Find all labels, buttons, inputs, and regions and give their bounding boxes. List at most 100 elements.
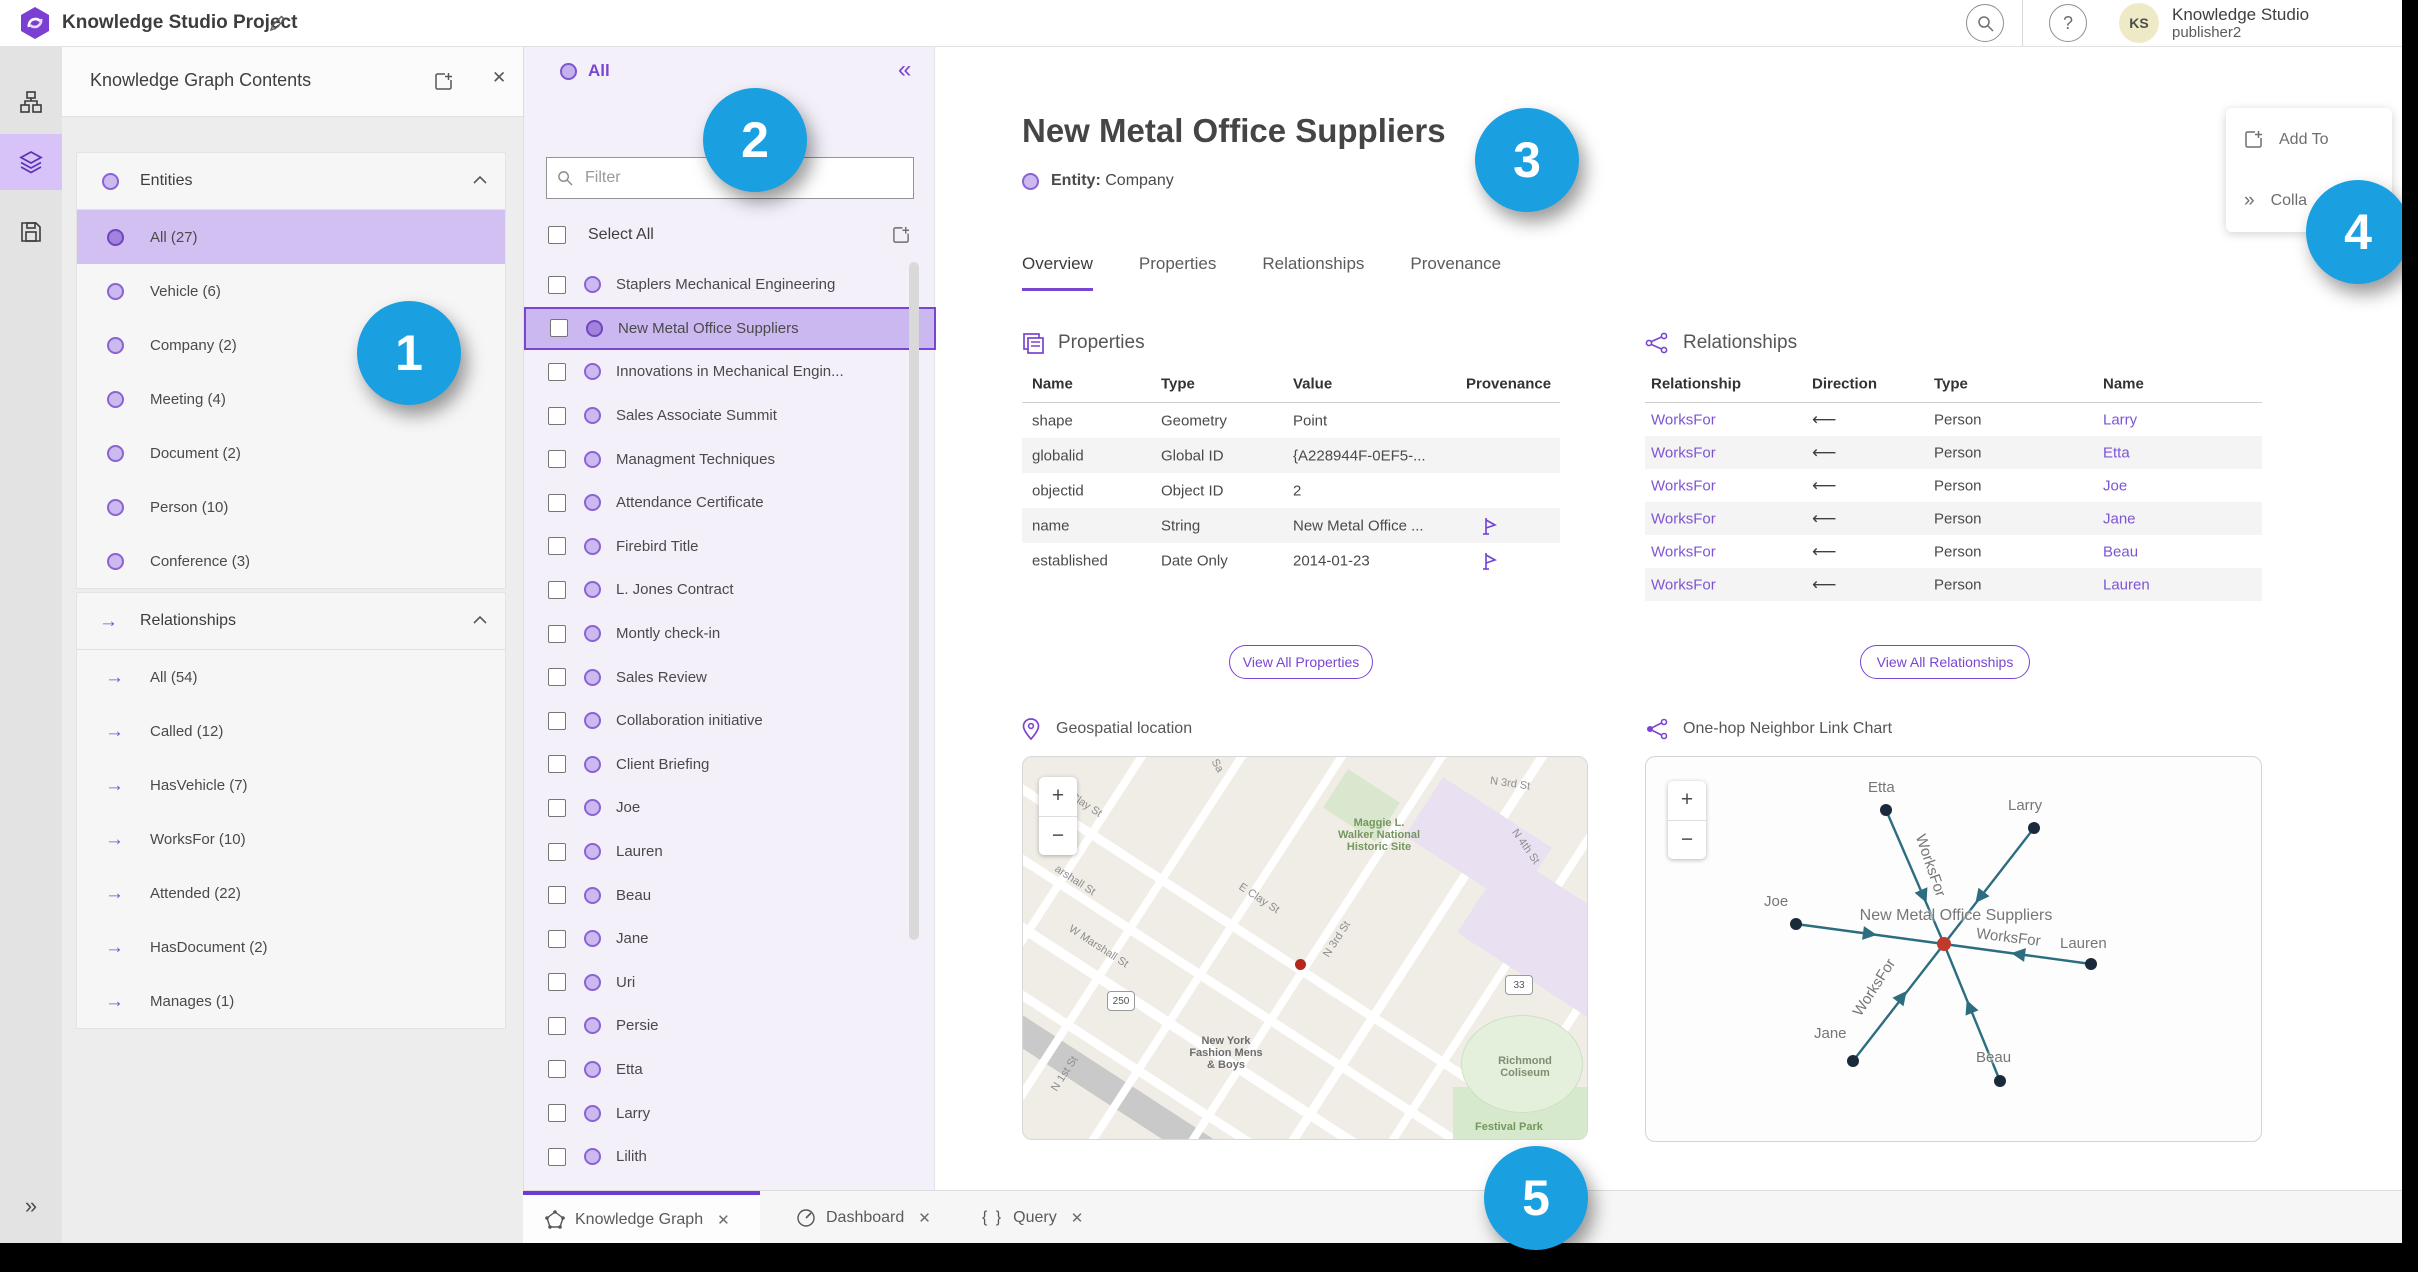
expand-toolbar-button[interactable]: »: [0, 1186, 62, 1226]
item-checkbox[interactable]: [550, 319, 568, 338]
list-item[interactable]: Lilith: [524, 1135, 936, 1179]
avatar[interactable]: KS: [2119, 3, 2159, 43]
list-item[interactable]: Jane: [524, 917, 936, 961]
org-chart-tool-button[interactable]: [0, 74, 62, 130]
close-tab-icon[interactable]: ✕: [717, 1211, 730, 1229]
chart-node-label[interactable]: Joe: [1764, 893, 1788, 910]
item-checkbox[interactable]: [548, 755, 566, 774]
collapse-caret-icon[interactable]: [473, 175, 487, 184]
close-panel-icon[interactable]: ✕: [492, 68, 506, 88]
list-item[interactable]: New Metal Office Suppliers: [524, 306, 936, 351]
relationship-link[interactable]: WorksFor: [1651, 576, 1716, 593]
list-item[interactable]: Staplers Mechanical Engineering: [524, 263, 936, 307]
item-checkbox[interactable]: [548, 406, 566, 425]
related-entity-link[interactable]: Lauren: [2103, 576, 2150, 593]
geospatial-map[interactable]: W Clay St Sa N 3rd St N 4th St Maggie L.…: [1022, 756, 1588, 1140]
sidebar-relationship-item[interactable]: → Called (12): [77, 704, 505, 758]
collapse-menu-item[interactable]: » Colla: [2244, 190, 2307, 212]
view-all-properties-button[interactable]: View All Properties: [1229, 645, 1373, 679]
app-logo-icon[interactable]: [18, 6, 52, 40]
add-to-menu-item[interactable]: Add To: [2244, 130, 2329, 149]
item-checkbox[interactable]: [548, 842, 566, 861]
item-checkbox[interactable]: [548, 886, 566, 905]
sidebar-relationship-item[interactable]: → Attended (22): [77, 866, 505, 920]
provenance-flag-icon[interactable]: [1482, 552, 1497, 570]
item-checkbox[interactable]: [548, 668, 566, 687]
item-checkbox[interactable]: [548, 929, 566, 948]
tab-overview[interactable]: Overview: [1022, 254, 1093, 291]
related-entity-link[interactable]: Etta: [2103, 444, 2130, 461]
list-item[interactable]: Larry: [524, 1091, 936, 1135]
item-checkbox[interactable]: [548, 362, 566, 381]
sidebar-entity-item[interactable]: Vehicle (6): [77, 264, 505, 318]
entities-group-header[interactable]: Entities: [77, 153, 505, 210]
chart-center-node-label[interactable]: New Metal Office Suppliers: [1816, 907, 2096, 925]
item-checkbox[interactable]: [548, 711, 566, 730]
collapse-panel-icon[interactable]: «: [898, 56, 911, 84]
sidebar-relationship-item[interactable]: → WorksFor (10): [77, 812, 505, 866]
sidebar-relationship-item[interactable]: → HasVehicle (7): [77, 758, 505, 812]
list-item[interactable]: Montly check-in: [524, 612, 936, 656]
chart-node-label[interactable]: Etta: [1868, 779, 1895, 796]
list-item[interactable]: Collaboration initiative: [524, 699, 936, 743]
relationship-link[interactable]: WorksFor: [1651, 477, 1716, 494]
list-item[interactable]: Sales Associate Summit: [524, 394, 936, 438]
list-item[interactable]: L. Jones Contract: [524, 568, 936, 612]
sidebar-relationship-item[interactable]: → HasDocument (2): [77, 920, 505, 974]
relationship-link[interactable]: WorksFor: [1651, 444, 1716, 461]
provenance-flag-icon[interactable]: [1482, 517, 1497, 535]
sidebar-relationship-item[interactable]: → All (54): [77, 650, 505, 704]
tab-dashboard[interactable]: Dashboard ✕: [796, 1191, 931, 1244]
list-item[interactable]: Beau: [524, 873, 936, 917]
list-item[interactable]: Uri: [524, 961, 936, 1005]
item-checkbox[interactable]: [548, 973, 566, 992]
relationships-group-header[interactable]: → Relationships: [77, 593, 505, 650]
list-scrollbar[interactable]: [909, 262, 919, 940]
edit-pencil-icon[interactable]: [268, 13, 288, 33]
item-checkbox[interactable]: [548, 537, 566, 556]
item-checkbox[interactable]: [548, 1104, 566, 1123]
chart-node-label[interactable]: Lauren: [2060, 935, 2107, 952]
item-checkbox[interactable]: [548, 1016, 566, 1035]
tab-provenance[interactable]: Provenance: [1410, 254, 1501, 291]
tab-relationships[interactable]: Relationships: [1262, 254, 1364, 291]
tab-query[interactable]: { } Query ✕: [982, 1191, 1083, 1244]
sidebar-entity-item[interactable]: All (27): [77, 210, 505, 264]
chart-node-label[interactable]: Beau: [1976, 1049, 2011, 1066]
relationship-link[interactable]: WorksFor: [1651, 543, 1716, 560]
related-entity-link[interactable]: Larry: [2103, 411, 2137, 428]
chart-node-label[interactable]: Larry: [2008, 797, 2042, 814]
zoom-out-button[interactable]: −: [1039, 817, 1077, 856]
list-item[interactable]: Joe: [524, 786, 936, 830]
sidebar-entity-item[interactable]: Person (10): [77, 480, 505, 534]
help-button[interactable]: ?: [2049, 4, 2087, 42]
close-tab-icon[interactable]: ✕: [918, 1209, 931, 1227]
sidebar-entity-item[interactable]: Conference (3): [77, 534, 505, 588]
zoom-in-button[interactable]: +: [1039, 777, 1077, 817]
tab-properties[interactable]: Properties: [1139, 254, 1216, 291]
collapse-caret-icon[interactable]: [473, 615, 487, 624]
list-item[interactable]: Persie: [524, 1004, 936, 1048]
close-tab-icon[interactable]: ✕: [1071, 1209, 1084, 1227]
list-item[interactable]: Innovations in Mechanical Engin...: [524, 350, 936, 394]
zoom-out-button[interactable]: −: [1668, 821, 1706, 860]
add-to-icon[interactable]: [434, 72, 453, 91]
sidebar-relationship-item[interactable]: → Manages (1): [77, 974, 505, 1028]
chart-node-label[interactable]: Jane: [1814, 1025, 1847, 1042]
list-item[interactable]: Etta: [524, 1048, 936, 1092]
link-chart[interactable]: Etta Larry Joe Lauren Jane Beau New Meta…: [1645, 756, 2262, 1142]
save-tool-button[interactable]: [0, 204, 62, 260]
zoom-in-button[interactable]: +: [1668, 781, 1706, 821]
sidebar-entity-item[interactable]: Document (2): [77, 426, 505, 480]
list-item[interactable]: Managment Techniques: [524, 437, 936, 481]
add-to-icon[interactable]: [892, 226, 910, 244]
relationship-link[interactable]: WorksFor: [1651, 510, 1716, 527]
list-item[interactable]: Client Briefing: [524, 743, 936, 787]
item-checkbox[interactable]: [548, 1060, 566, 1079]
related-entity-link[interactable]: Beau: [2103, 543, 2138, 560]
related-entity-link[interactable]: Joe: [2103, 477, 2127, 494]
tab-knowledge-graph[interactable]: Knowledge Graph ✕: [523, 1191, 760, 1244]
list-item[interactable]: Attendance Certificate: [524, 481, 936, 525]
item-checkbox[interactable]: [548, 1147, 566, 1166]
related-entity-link[interactable]: Jane: [2103, 510, 2136, 527]
